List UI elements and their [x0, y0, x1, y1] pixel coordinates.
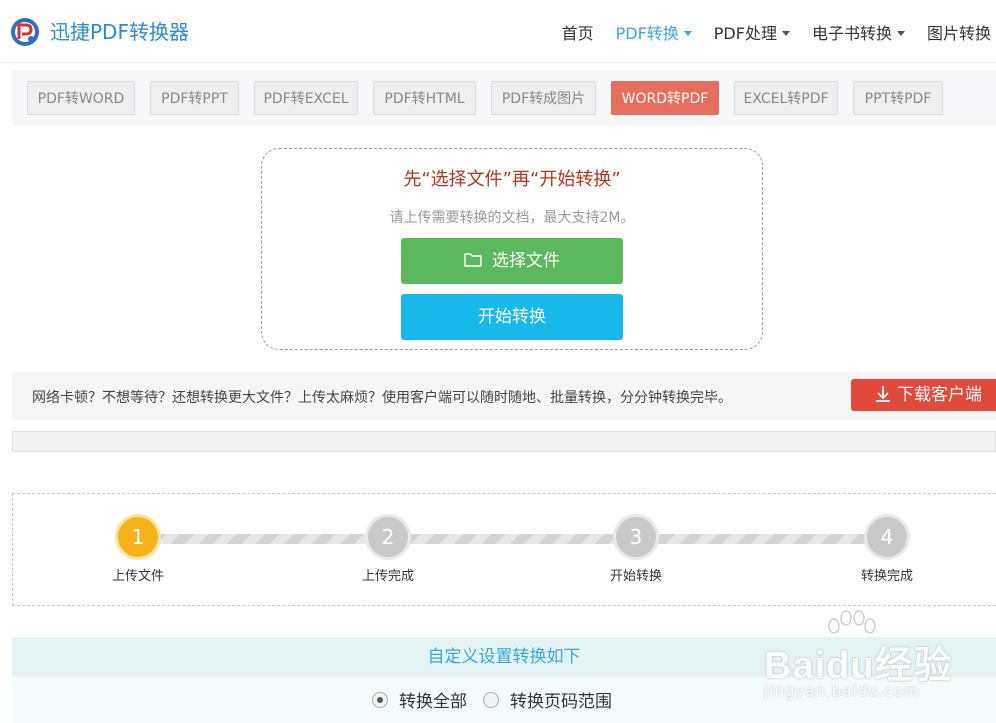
page-range-options: 转换全部 转换页码范围: [372, 687, 628, 712]
radio-convert-range-label[interactable]: 转换页码范围: [510, 687, 612, 712]
step-label: 上传完成: [361, 569, 414, 584]
tab-excel-to-pdf[interactable]: EXCEL转PDF: [734, 81, 838, 115]
nav-pdf-convert-label: PDF转换: [615, 24, 679, 43]
client-notice-bar: 网络卡顿？不想等待？还想转换更大文件？上传太麻烦？使用客户端可以随时随地、批量转…: [12, 372, 996, 420]
radio-convert-all[interactable]: [372, 691, 388, 708]
upload-instruction-title: 先“选择文件”再“开始转换”: [403, 169, 621, 190]
step-number: 2: [365, 514, 411, 560]
caret-down-icon: [781, 30, 790, 36]
tab-ppt-to-pdf[interactable]: PPT转PDF: [853, 81, 943, 115]
nav-pdf-process-label: PDF处理: [713, 24, 777, 43]
step-number: 4: [864, 514, 910, 560]
nav-image-convert[interactable]: 图片转换: [927, 20, 996, 44]
nav-pdf-convert[interactable]: PDF转换: [616, 20, 692, 44]
download-client-label: 下载客户端: [897, 385, 982, 405]
step-number: 1: [115, 514, 161, 560]
download-client-button[interactable]: 下载客户端: [851, 379, 996, 411]
step-convert-complete: 4 转换完成: [827, 514, 947, 584]
step-label: 上传文件: [111, 569, 164, 584]
caret-down-icon: [896, 30, 905, 36]
tab-pdf-to-html[interactable]: PDF转HTML: [373, 81, 476, 115]
top-header: 迅捷PDF转换器 首页 PDF转换 PDF处理 电子书转换 图片转换: [0, 0, 996, 63]
steps-track: [138, 534, 887, 544]
nav-home-label: 首页: [561, 24, 594, 43]
download-icon: [876, 386, 890, 402]
step-start-convert: 3 开始转换: [576, 514, 696, 584]
tab-word-to-pdf[interactable]: WORD转PDF: [611, 81, 719, 115]
radio-convert-range[interactable]: [483, 691, 499, 708]
start-convert-button[interactable]: 开始转换: [401, 294, 623, 340]
select-file-label: 选择文件: [492, 251, 560, 271]
tab-pdf-to-excel[interactable]: PDF转EXCEL: [254, 81, 358, 115]
tab-pdf-to-image[interactable]: PDF转成图片: [491, 81, 596, 115]
watermark-text: Baidu经验: [764, 645, 953, 687]
app-logo-icon[interactable]: [10, 17, 40, 47]
conversion-steps: 1 上传文件 2 上传完成 3 开始转换 4 转换完成: [12, 493, 996, 606]
conversion-tab-bar: PDF转WORD PDF转PPT PDF转EXCEL PDF转HTML PDF转…: [12, 70, 996, 126]
main-nav: 首页 PDF转换 PDF处理 电子书转换 图片转换: [562, 20, 996, 44]
tab-pdf-to-ppt[interactable]: PDF转PPT: [150, 81, 239, 115]
radio-convert-all-label[interactable]: 转换全部: [399, 687, 467, 712]
step-upload-complete: 2 上传完成: [328, 514, 448, 584]
nav-ebook-convert[interactable]: 电子书转换: [812, 20, 905, 44]
nav-image-convert-label: 图片转换: [926, 24, 991, 43]
step-upload-file: 1 上传文件: [78, 514, 198, 584]
step-label: 开始转换: [609, 569, 662, 584]
tab-pdf-to-word[interactable]: PDF转WORD: [27, 81, 135, 115]
nav-home[interactable]: 首页: [562, 20, 594, 44]
baidu-jingyan-watermark: Baidu经验 jingyan.baidu.com: [760, 610, 996, 723]
select-file-button[interactable]: 选择文件: [401, 238, 623, 284]
upload-size-hint: 请上传需要转换的文档，最大支持2M。: [389, 210, 635, 226]
watermark-url: jingyan.baidu.com: [764, 682, 920, 700]
client-notice-text: 网络卡顿？不想等待？还想转换更大文件？上传太麻烦？使用客户端可以随时随地、批量转…: [32, 390, 732, 406]
folder-icon: [464, 253, 482, 267]
caret-down-icon: [683, 30, 692, 36]
step-number: 3: [613, 514, 659, 560]
nav-ebook-convert-label: 电子书转换: [811, 24, 892, 43]
upload-box: 先“选择文件”再“开始转换” 请上传需要转换的文档，最大支持2M。 选择文件 开…: [261, 148, 763, 350]
conversion-progress-bar: [12, 431, 996, 452]
step-label: 转换完成: [860, 569, 913, 584]
brand-name[interactable]: 迅捷PDF转换器: [50, 16, 189, 45]
nav-pdf-process[interactable]: PDF处理: [714, 20, 790, 44]
